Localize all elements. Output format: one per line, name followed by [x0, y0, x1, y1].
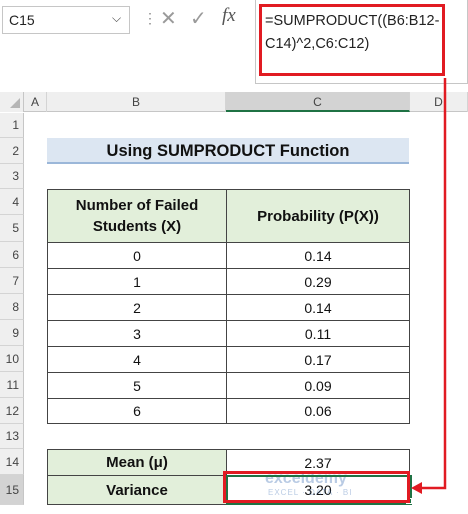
- red-arrow-connector: [411, 78, 447, 494]
- arrowhead-icon: [411, 482, 422, 494]
- connector-path: [420, 78, 447, 490]
